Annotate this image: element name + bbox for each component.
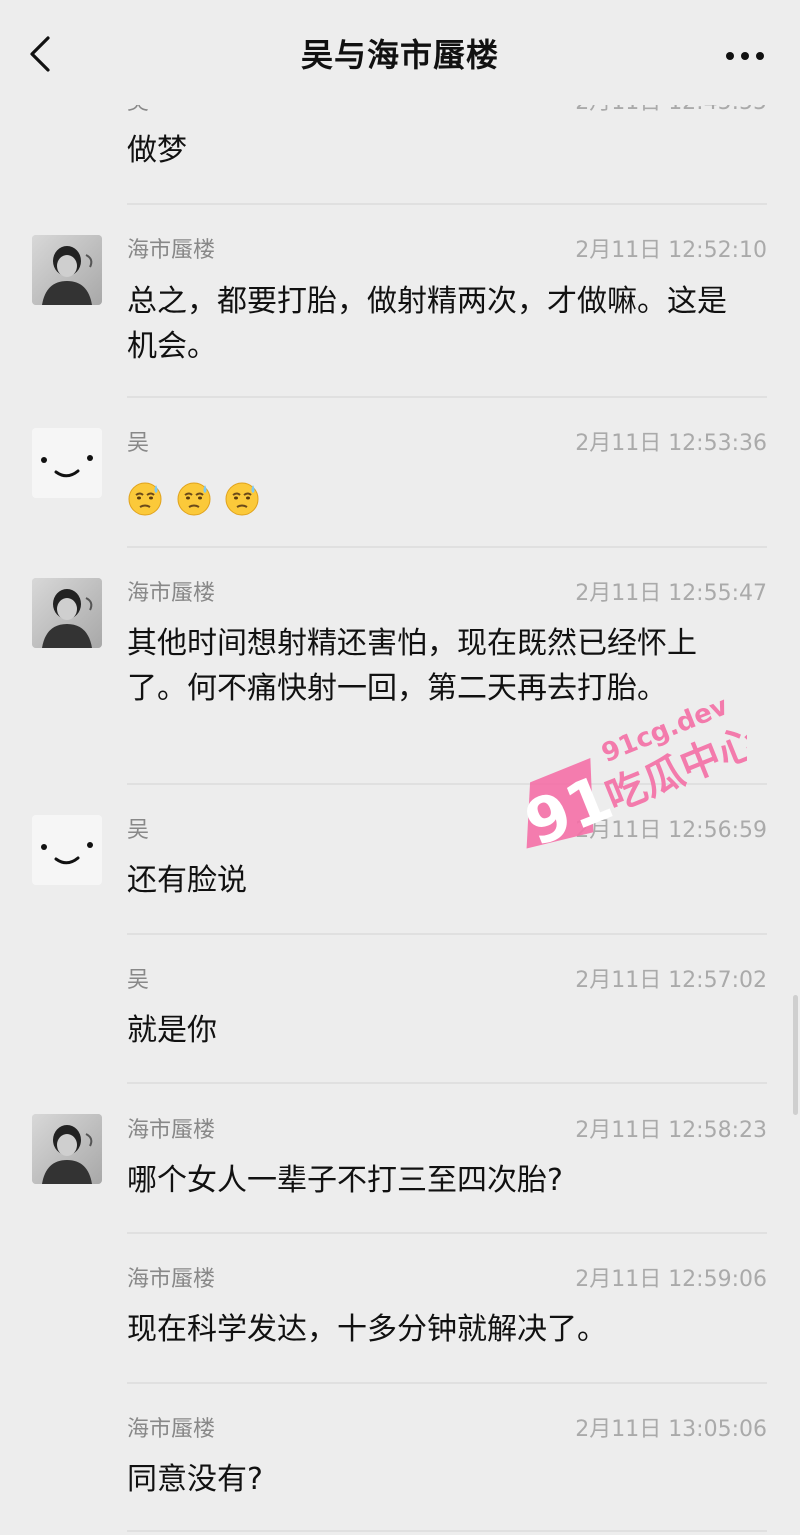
message-text: 其他时间想射精还害怕，现在既然已经怀上了。何不痛快射一回，第二天再去打胎。 <box>127 626 697 706</box>
divider <box>127 546 767 548</box>
message-text: 哪个女人一辈子不打三至四次胎? <box>127 1163 563 1198</box>
sweat-face-emoji <box>128 482 162 515</box>
message-time: 2月11日 13:05:06 <box>575 1417 767 1442</box>
sender-name: 海市蜃楼 <box>127 238 216 263</box>
watermark-label: 吃瓜中心 <box>600 718 747 821</box>
divider <box>127 1530 767 1532</box>
more-button[interactable] <box>720 38 770 74</box>
avatar[interactable] <box>32 578 102 648</box>
nav-bar: 吴与海市蜃楼 <box>0 0 800 105</box>
sweat-face-emoji <box>177 482 211 515</box>
scrollbar-thumb[interactable] <box>793 995 798 1115</box>
emoji-row <box>127 474 747 519</box>
person-photo-icon <box>32 235 102 305</box>
message-time: 2月11日 12:59:06 <box>575 1267 767 1292</box>
divider <box>127 203 767 205</box>
message-text: 同意没有? <box>127 1462 263 1497</box>
avatar[interactable] <box>32 428 102 498</box>
divider <box>127 396 767 398</box>
sender-name: 海市蜃楼 <box>127 1118 216 1143</box>
message-time: 2月11日 12:52:10 <box>575 238 767 263</box>
chat-title: 吴与海市蜃楼 <box>300 36 499 74</box>
more-dots-icon <box>726 52 764 60</box>
avatar[interactable] <box>32 1114 102 1184</box>
message-time: 2月11日 12:56:59 <box>575 818 767 843</box>
smiley-face-icon <box>32 815 102 885</box>
smiley-face-icon <box>32 428 102 498</box>
message-text: 现在科学发达，十多分钟就解决了。 <box>127 1312 607 1347</box>
message-text: 还有脸说 <box>127 863 247 898</box>
divider <box>127 1082 767 1084</box>
divider <box>127 1382 767 1384</box>
sender-name: 海市蜃楼 <box>127 581 216 606</box>
sender-name: 海市蜃楼 <box>127 1417 216 1442</box>
message-text: 就是你 <box>127 1013 217 1048</box>
divider <box>127 1232 767 1234</box>
sender-name: 吴 <box>127 968 150 993</box>
sender-name: 吴 <box>127 431 150 456</box>
message-text: 做梦 <box>127 133 187 168</box>
avatar[interactable] <box>32 235 102 305</box>
divider <box>127 783 767 785</box>
message-time: 2月11日 12:55:47 <box>575 581 767 606</box>
message-time: 2月11日 12:58:23 <box>575 1118 767 1143</box>
sweat-face-emoji <box>225 482 259 515</box>
divider <box>127 933 767 935</box>
message-time: 2月11日 12:57:02 <box>575 968 767 993</box>
avatar[interactable] <box>32 815 102 885</box>
message-time: 2月11日 12:53:36 <box>575 431 767 456</box>
message-text: 总之，都要打胎，做射精两次，才做嘛。这是机会。 <box>127 284 727 364</box>
sender-name: 吴 <box>127 818 150 843</box>
person-photo-icon <box>32 1114 102 1184</box>
person-photo-icon <box>32 578 102 648</box>
sender-name: 海市蜃楼 <box>127 1267 216 1292</box>
